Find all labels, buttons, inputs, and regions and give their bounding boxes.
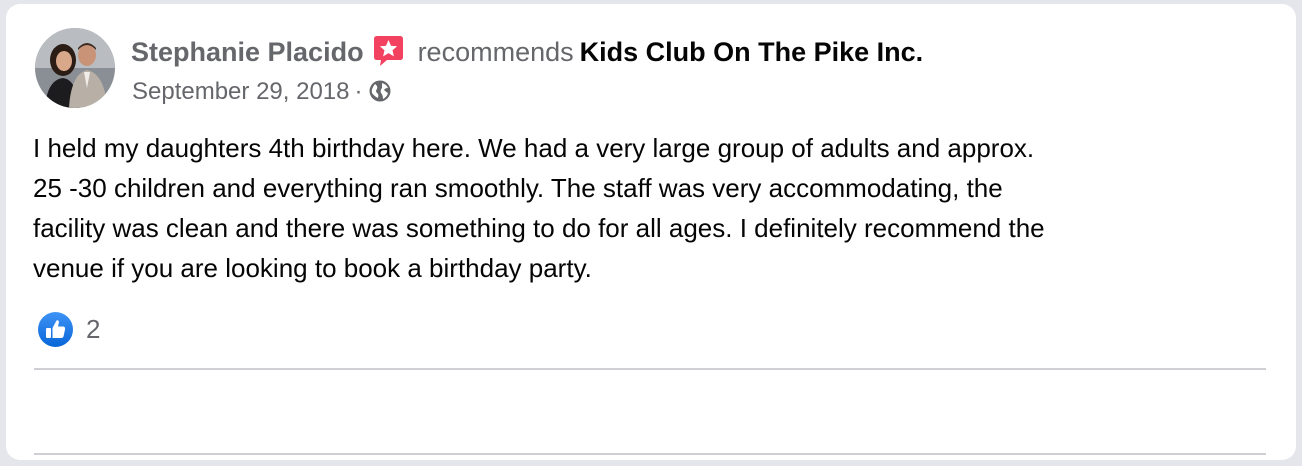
meta-separator: · xyxy=(354,78,363,105)
profile-photo xyxy=(35,28,115,108)
post-header: Stephanie Placido recommends Kids Club On … xyxy=(131,34,923,70)
post-meta: September 29, 2018 · xyxy=(132,76,392,108)
recommends-text: recommends xyxy=(417,37,574,67)
post-body-line: facility was clean and there was somethi… xyxy=(33,213,1045,243)
post-body-line: 25 -30 children and everything ran smoot… xyxy=(33,173,1003,203)
post-body-line: venue if you are looking to book a birth… xyxy=(33,253,592,283)
star-recommendation-icon xyxy=(373,35,404,67)
recommended-page-link[interactable]: Kids Club On The Pike Inc. xyxy=(580,37,924,67)
recommendation-post-card: Stephanie Placido recommends Kids Club On … xyxy=(6,4,1296,460)
action-bar-divider-top xyxy=(34,368,1266,370)
post-body-line: I held my daughters 4th birthday here. W… xyxy=(33,133,1035,163)
reactions-summary[interactable]: 2 xyxy=(37,309,100,349)
like-icon xyxy=(37,311,74,348)
author-name[interactable]: Stephanie Placido xyxy=(131,37,364,67)
post-body: I held my daughters 4th birthday here. W… xyxy=(33,128,1273,288)
reaction-count: 2 xyxy=(86,313,101,344)
author-avatar[interactable] xyxy=(35,28,115,108)
action-bar-divider-bottom xyxy=(34,453,1266,455)
post-date[interactable]: September 29, 2018 xyxy=(132,78,350,105)
globe-icon[interactable] xyxy=(368,79,392,103)
